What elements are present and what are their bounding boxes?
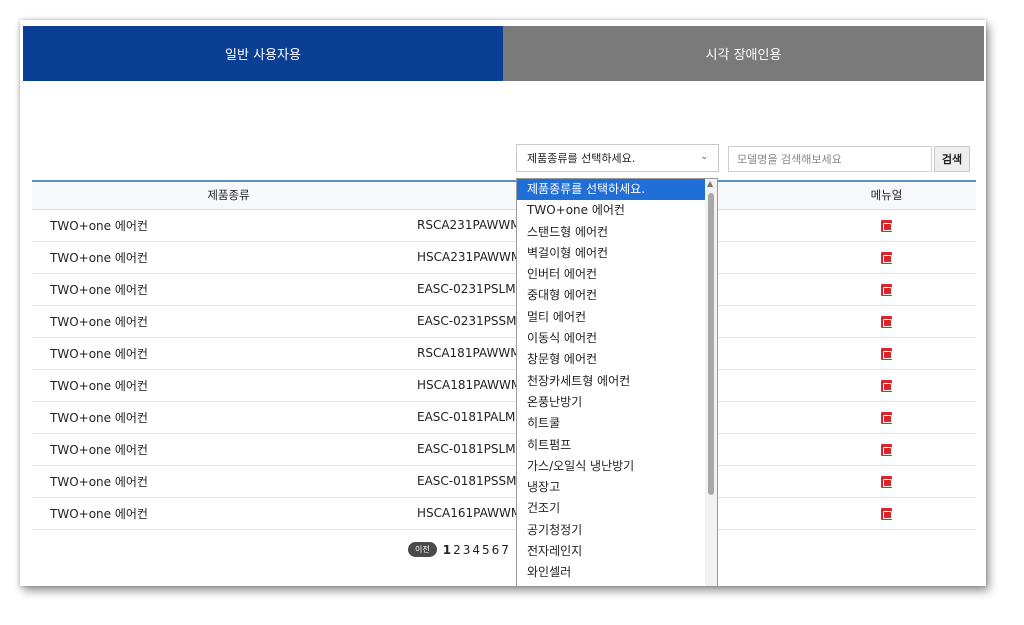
pdf-icon[interactable] bbox=[881, 251, 892, 264]
table-row: TWO+one 에어컨 HSCA161PAWWM bbox=[32, 497, 976, 530]
manual-cell bbox=[797, 369, 976, 402]
page-link-3[interactable]: 3 bbox=[463, 543, 471, 557]
dropdown-option[interactable]: 공기청정기 bbox=[517, 520, 717, 541]
model-search-input[interactable] bbox=[728, 146, 932, 172]
tab-visually-impaired[interactable]: 시각 장애인용 bbox=[503, 26, 984, 81]
product-type-select-value: 제품종류를 선택하세요. bbox=[527, 152, 636, 165]
cell-product-type: TWO+one 에어컨 bbox=[32, 497, 407, 530]
dropdown-option[interactable]: 히트쿨 bbox=[517, 413, 717, 434]
dropdown-option[interactable]: 냉장고 bbox=[517, 477, 717, 498]
pdf-icon[interactable] bbox=[881, 411, 892, 424]
arrow-up-icon[interactable]: ▲ bbox=[707, 179, 713, 188]
prev-page-button[interactable]: 이전 bbox=[408, 542, 437, 557]
manual-cell bbox=[797, 401, 976, 434]
page-link-7[interactable]: 7 bbox=[501, 543, 509, 557]
page-link-2[interactable]: 2 bbox=[453, 543, 461, 557]
cell-product-type: TWO+one 에어컨 bbox=[32, 209, 407, 242]
manual-cell bbox=[797, 465, 976, 498]
dropdown-option[interactable]: 스탠드형 에어컨 bbox=[517, 222, 717, 243]
dropdown-option[interactable]: 제품종류를 선택하세요. bbox=[517, 179, 717, 201]
table-row: TWO+one 에어컨 EASC-0181PALM bbox=[32, 401, 976, 434]
cell-product-type: TWO+one 에어컨 bbox=[32, 305, 407, 338]
dropdown-option[interactable]: 창문형 에어컨 bbox=[517, 349, 717, 370]
cell-product-type: TWO+one 에어컨 bbox=[32, 337, 407, 370]
cell-product-type: TWO+one 에어컨 bbox=[32, 401, 407, 434]
manual-cell bbox=[797, 305, 976, 338]
search-button[interactable]: 검색 bbox=[934, 146, 970, 172]
header-manual: 메뉴얼 bbox=[797, 180, 976, 210]
dropdown-option[interactable]: 히트펌프 bbox=[517, 435, 717, 456]
dropdown-option[interactable]: TWO+one 에어컨 bbox=[517, 200, 717, 221]
cell-product-type: TWO+one 에어컨 bbox=[32, 433, 407, 466]
pdf-icon[interactable] bbox=[881, 283, 892, 296]
pdf-icon[interactable] bbox=[881, 475, 892, 488]
cell-product-type: TWO+one 에어컨 bbox=[32, 273, 407, 306]
table-row: TWO+one 에어컨 HSCA181PAWWM bbox=[32, 369, 976, 402]
cell-product-type: TWO+one 에어컨 bbox=[32, 465, 407, 498]
dropdown-option[interactable]: 멀티 에어컨 bbox=[517, 307, 717, 328]
dropdown-option[interactable]: 인버터 에어컨 bbox=[517, 264, 717, 285]
pdf-icon[interactable] bbox=[881, 315, 892, 328]
dropdown-option[interactable]: 벽걸이형 에어컨 bbox=[517, 243, 717, 264]
table-row: TWO+one 에어컨 EASC-0231PSSM bbox=[32, 305, 976, 338]
dropdown-option[interactable]: 온풍난방기 bbox=[517, 392, 717, 413]
table-row: TWO+one 에어컨 RSCA181PAWWM bbox=[32, 337, 976, 370]
pdf-icon[interactable] bbox=[881, 443, 892, 456]
dropdown-option[interactable]: 건조기 bbox=[517, 498, 717, 519]
pdf-icon[interactable] bbox=[881, 507, 892, 520]
table-row: TWO+one 에어컨 EASC-0181PSSM bbox=[32, 465, 976, 498]
dropdown-option[interactable]: 이동식 에어컨 bbox=[517, 328, 717, 349]
page-link-1[interactable]: 1 bbox=[443, 543, 451, 557]
page-link-5[interactable]: 5 bbox=[482, 543, 490, 557]
pdf-icon[interactable] bbox=[881, 379, 892, 392]
main-panel: 일반 사용자용 시각 장애인용 제품종류를 선택하세요. ⌄ 검색 제품종류 메… bbox=[20, 20, 986, 586]
table-header-row: 제품종류 메뉴얼 bbox=[32, 180, 976, 210]
dropdown-scrollbar[interactable]: ▲ bbox=[705, 179, 717, 586]
dropdown-option[interactable]: 중대형 에어컨 bbox=[517, 285, 717, 306]
dropdown-option[interactable]: 전자레인지 bbox=[517, 541, 717, 562]
table-row: TWO+one 에어컨 HSCA231PAWWM bbox=[32, 241, 976, 274]
table-row: TWO+one 에어컨 RSCA231PAWWM bbox=[32, 209, 976, 242]
pdf-icon[interactable] bbox=[881, 347, 892, 360]
product-type-dropdown-list: 제품종류를 선택하세요. TWO+one 에어컨 스탠드형 에어컨 벽걸이형 에… bbox=[516, 178, 718, 586]
manual-cell bbox=[797, 433, 976, 466]
manual-cell bbox=[797, 273, 976, 306]
dropdown-option[interactable]: 천장카세트형 에어컨 bbox=[517, 371, 717, 392]
table-row: TWO+one 에어컨 EASC-0231PSLM bbox=[32, 273, 976, 306]
page-link-6[interactable]: 6 bbox=[492, 543, 500, 557]
cell-product-type: TWO+one 에어컨 bbox=[32, 369, 407, 402]
user-type-tabs: 일반 사용자용 시각 장애인용 bbox=[23, 26, 984, 81]
pagination: 이전 1 2 3 4 5 6 7 bbox=[408, 542, 511, 557]
product-table: 제품종류 메뉴얼 TWO+one 에어컨 RSCA231PAWWM TWO+on… bbox=[32, 180, 976, 530]
tab-general-user[interactable]: 일반 사용자용 bbox=[23, 26, 503, 81]
page-link-4[interactable]: 4 bbox=[472, 543, 480, 557]
header-product-type: 제품종류 bbox=[32, 180, 407, 210]
product-type-select[interactable]: 제품종류를 선택하세요. ⌄ bbox=[516, 144, 719, 172]
manual-cell bbox=[797, 209, 976, 242]
manual-cell bbox=[797, 241, 976, 274]
table-row: TWO+one 에어컨 EASC-0181PSLM bbox=[32, 433, 976, 466]
pdf-icon[interactable] bbox=[881, 219, 892, 232]
manual-cell bbox=[797, 337, 976, 370]
cell-product-type: TWO+one 에어컨 bbox=[32, 241, 407, 274]
chevron-down-icon: ⌄ bbox=[700, 152, 708, 162]
manual-cell bbox=[797, 497, 976, 530]
dropdown-option[interactable]: 와인셀러 bbox=[517, 562, 717, 583]
scrollbar-thumb[interactable] bbox=[708, 193, 714, 495]
dropdown-option[interactable]: 가스/오일식 냉난방기 bbox=[517, 456, 717, 477]
